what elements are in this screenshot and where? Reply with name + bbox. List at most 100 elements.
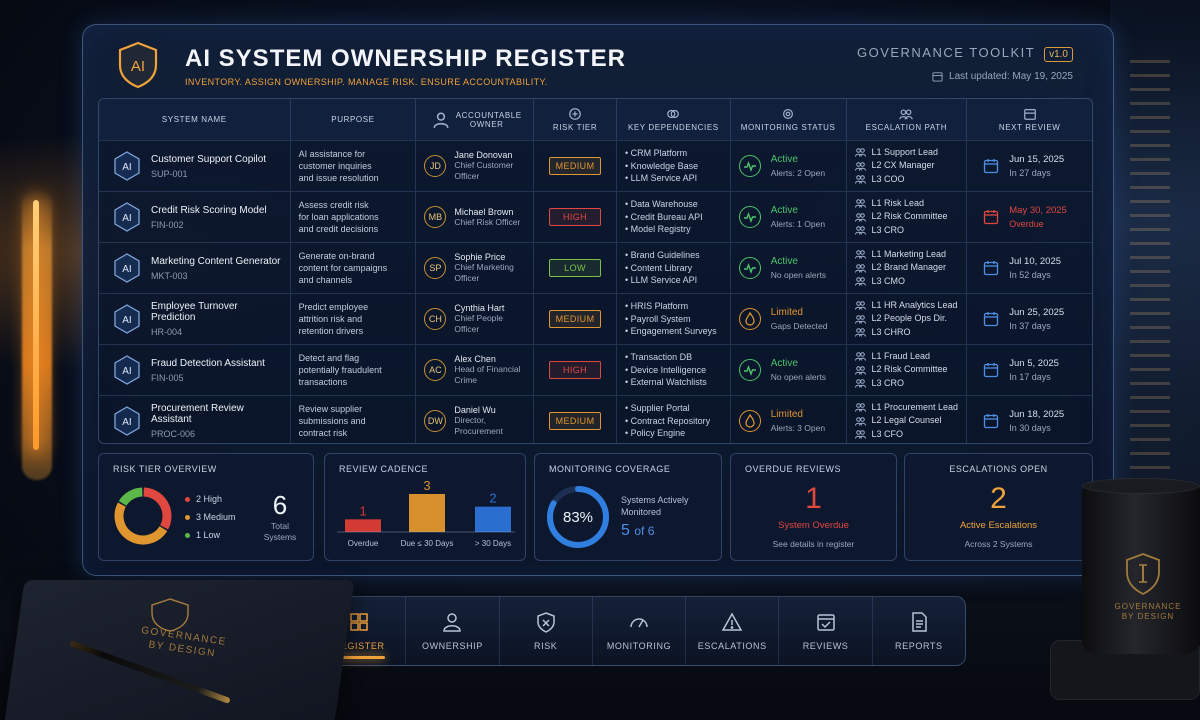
system-name: Employee Turnover Prediction [151, 301, 238, 323]
owner-cell[interactable]: DW Daniel Wu Director, Procurement [415, 396, 533, 443]
cadence-category-label: Overdue [348, 539, 379, 548]
calendar-icon [984, 159, 999, 174]
purpose-cell: Detect and flag potentially fraudulent tra… [289, 345, 416, 395]
column-header-owner[interactable]: ACCOUNTABLE OWNER [415, 99, 533, 140]
risk-tier-badge: HIGH [549, 208, 602, 226]
owner-title: Chief Risk Officer [454, 217, 520, 228]
deps-line: • Engagement Surveys [624, 326, 717, 337]
table-row[interactable]: AI Procurement Review Assistant PROC-006… [99, 395, 1092, 443]
overdue-sub: See details in register [772, 539, 855, 549]
owner-cell[interactable]: JD Jane Donovan Chief Customer Officer [415, 141, 533, 191]
calendar-icon [984, 363, 999, 378]
escalation-cell: L1 Marketing Lead L2 Brand Manager L3 CM… [845, 243, 967, 293]
nav-item-monitoring[interactable]: MONITORING [591, 597, 685, 665]
monitoring-cell[interactable]: Limited Gaps Detected [729, 294, 846, 344]
pulse-icon [743, 262, 756, 275]
risk-tier-card[interactable]: RISK TIER OVERVIEW 2 High 3 Medium 1 Low 6… [98, 453, 314, 561]
last-updated: Last updated: May 19, 2025 [932, 71, 1073, 82]
review-cell[interactable]: Jun 18, 2025 In 30 days [966, 396, 1092, 443]
people-icon [854, 403, 866, 412]
monitoring-cell[interactable]: Limited Alerts: 3 Open [729, 396, 846, 443]
system-cell[interactable]: AI Customer Support Copilot SUP-001 [99, 141, 290, 191]
column-header-escalation[interactable]: ESCALATION PATH [845, 99, 967, 140]
purpose-text: Predict employee attrition risk and retent… [299, 301, 369, 337]
warning-icon [721, 612, 743, 631]
escalations-label: Active Escalations [959, 520, 1038, 531]
nav-item-ownership[interactable]: OWNERSHIP [405, 597, 498, 665]
column-header-review[interactable]: NEXT REVIEW [966, 99, 1092, 140]
owner_title-line: Chief Risk Officer [454, 216, 521, 227]
deps-cell: • CRM Platform • Knowledge Base • LLM Serv… [615, 141, 730, 191]
deps-line: • External Watchlists [624, 377, 707, 388]
people-icon [854, 161, 866, 171]
owner_title-line: Crime [454, 375, 478, 385]
column-header-label: ESCALATION PATH [865, 123, 948, 132]
column-header-system[interactable]: SYSTEM NAME [99, 99, 290, 140]
risk-tier-badge: MEDIUM [549, 310, 602, 328]
system-cell[interactable]: AI Procurement Review Assistant PROC-006 [99, 396, 290, 443]
overdue-reviews-card[interactable]: OVERDUE REVIEWS 1 System Overdue See det… [730, 453, 897, 561]
escalation-step-label: L3 CRO [871, 377, 905, 388]
people-icon [854, 328, 866, 337]
monitoring-cell[interactable]: Active No open alerts [729, 243, 846, 293]
total-label-2: Systems [263, 532, 297, 542]
system-id: FIN-005 [151, 372, 184, 383]
purpose-line: submissions and [298, 416, 366, 426]
owner_title-line: Chief Marketing [454, 262, 514, 272]
system-cell[interactable]: AI Credit Risk Scoring Model FIN-002 [99, 192, 290, 242]
dependency-list: • HRIS Platform • Payroll System • Engagem… [625, 300, 717, 338]
deps-line: • LLM Service API [624, 173, 698, 184]
total-label: Total [271, 521, 289, 531]
escalation-cell: L1 Risk Lead L2 Risk Committee L3 CRO [845, 192, 967, 242]
purpose-line: potentially fraudulent [298, 365, 382, 375]
owner-cell[interactable]: AC Alex Chen Head of Financial Crime [415, 345, 533, 395]
column-header-risk[interactable]: RISK TIER [533, 99, 616, 140]
review-cell[interactable]: May 30, 2025 Overdue [966, 192, 1092, 242]
escalation-step: L2 Risk Committee [854, 363, 948, 377]
column-header-purpose[interactable]: PURPOSE [289, 99, 416, 140]
escalations-card[interactable]: ESCALATIONS OPEN 2 Active Escalations Ac… [904, 453, 1093, 561]
nav-item-escalations[interactable]: ESCALATIONS [685, 597, 778, 665]
owner-cell[interactable]: MB Michael Brown Chief Risk Officer [415, 192, 533, 242]
review-cadence-card[interactable]: REVIEW CADENCE 1 Overdue 3 Due ≤ 30 Days 2 > … [324, 453, 526, 561]
owner-cell[interactable]: CH Cynthia Hart Chief People Officer [415, 294, 533, 344]
monitoring-coverage-card[interactable]: MONITORING COVERAGE 83% Systems Actively… [534, 453, 722, 561]
table-row[interactable]: AI Credit Risk Scoring Model FIN-002 Ass… [99, 191, 1092, 242]
owner-cell[interactable]: SP Sophie Price Chief Marketing Officer [415, 243, 533, 293]
table-row[interactable]: AI Employee Turnover Prediction HR-004 P… [99, 293, 1092, 344]
review-cell[interactable]: Jul 10, 2025 In 52 days [966, 243, 1092, 293]
deps-line: • Content Library [624, 262, 693, 273]
review-cell[interactable]: Jun 5, 2025 In 17 days [966, 345, 1092, 395]
table-row[interactable]: AI Marketing Content Generator MKT-003 G… [99, 242, 1092, 293]
last-updated-text: Last updated: May 19, 2025 [949, 71, 1073, 82]
escalations-sub: Across 2 Systems [964, 539, 1033, 549]
ai-hexagon-icon: AI [114, 304, 140, 334]
nav-item-reviews[interactable]: REVIEWS [778, 597, 871, 665]
nav-item-label: MONITORING [606, 641, 672, 651]
review-cell[interactable]: Jun 15, 2025 In 27 days [966, 141, 1092, 191]
monitoring-alerts: No open alerts [770, 270, 827, 280]
table-row[interactable]: AI Customer Support Copilot SUP-001 AI a… [99, 140, 1092, 191]
legend-label: 3 Medium [196, 512, 236, 522]
review-relative: Overdue [1009, 219, 1044, 229]
pulse-icon [743, 211, 756, 224]
monitoring-status: Active [770, 256, 798, 267]
system-cell[interactable]: AI Fraud Detection Assistant FIN-005 [99, 345, 290, 395]
nav-item-reports[interactable]: REPORTS [871, 597, 965, 665]
system-cell[interactable]: AI Marketing Content Generator MKT-003 [99, 243, 290, 293]
flame-icon [745, 312, 755, 326]
legend-dot [185, 533, 190, 539]
column-header-deps[interactable]: KEY DEPENDENCIES [615, 99, 730, 140]
cadence-value-label: 3 [423, 480, 430, 493]
deps-line: • Data Warehouse [624, 199, 698, 210]
monitoring-cell[interactable]: Active No open alerts [729, 345, 846, 395]
purpose-line: customer inquiries [298, 161, 372, 171]
system-id: SUP-001 [151, 168, 188, 179]
table-row[interactable]: AI Fraud Detection Assistant FIN-005 Det… [99, 344, 1092, 395]
monitoring-cell[interactable]: Active Alerts: 2 Open [729, 141, 846, 191]
monitoring-cell[interactable]: Active Alerts: 1 Open [729, 192, 846, 242]
review-cell[interactable]: Jun 25, 2025 In 37 days [966, 294, 1092, 344]
system-cell[interactable]: AI Employee Turnover Prediction HR-004 [99, 294, 290, 344]
column-header-monitoring[interactable]: MONITORING STATUS [729, 99, 846, 140]
nav-item-risk[interactable]: RISK [498, 597, 592, 665]
